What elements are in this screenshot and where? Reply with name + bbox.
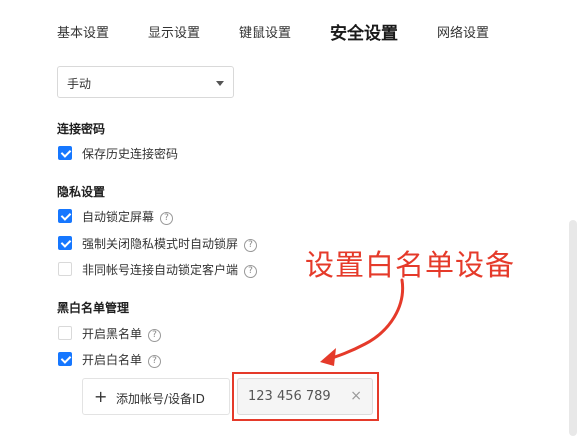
help-icon[interactable]: ? (244, 239, 258, 252)
add-account-device-label: 添加帐号/设备ID (116, 392, 205, 406)
checkbox-label: 开启黑名单 (82, 327, 143, 341)
tab-network-settings[interactable]: 网络设置 (437, 22, 489, 41)
help-icon[interactable]: ? (160, 212, 174, 225)
help-icon[interactable]: ? (148, 355, 162, 368)
mode-select-value: 手动 (67, 77, 92, 91)
checkbox-label: 自动锁定屏幕 (82, 210, 155, 224)
section-title-blackwhite-list: 黑白名单管理 (57, 301, 130, 315)
checkbox-checked-icon[interactable] (58, 352, 72, 366)
mode-select[interactable]: 手动 (57, 66, 234, 98)
annotation-arrow-icon (320, 278, 405, 366)
checkbox-checked-icon[interactable] (58, 209, 72, 223)
checkbox-checked-icon[interactable] (58, 146, 72, 160)
checkbox-label: 强制关闭隐私模式时自动锁屏 (82, 237, 239, 251)
add-account-device-button[interactable]: + 添加帐号/设备ID (82, 378, 230, 415)
settings-tabs: 基本设置 显示设置 键鼠设置 安全设置 网络设置 (0, 0, 577, 60)
annotation-highlight-box (232, 372, 379, 421)
help-icon[interactable]: ? (148, 329, 162, 342)
section-title-privacy: 隐私设置 (57, 185, 106, 199)
tab-security-settings[interactable]: 安全设置 (330, 19, 398, 44)
tab-display-settings[interactable]: 显示设置 (148, 22, 200, 41)
checkbox-unchecked-icon[interactable] (58, 262, 72, 276)
section-title-connection-password: 连接密码 (57, 122, 106, 136)
tab-basic-settings[interactable]: 基本设置 (57, 22, 109, 41)
vertical-scrollbar[interactable] (569, 220, 577, 436)
help-icon[interactable]: ? (244, 265, 258, 278)
checkbox-label: 非同帐号连接自动锁定客户端 (82, 263, 239, 277)
checkbox-checked-icon[interactable] (58, 236, 72, 250)
checkbox-label: 保存历史连接密码 (82, 147, 179, 161)
caret-down-icon (216, 81, 224, 86)
checkbox-unchecked-icon[interactable] (58, 326, 72, 340)
checkbox-label: 开启白名单 (82, 353, 143, 367)
tab-keyboard-mouse-settings[interactable]: 键鼠设置 (239, 22, 291, 41)
plus-icon: + (94, 387, 108, 406)
